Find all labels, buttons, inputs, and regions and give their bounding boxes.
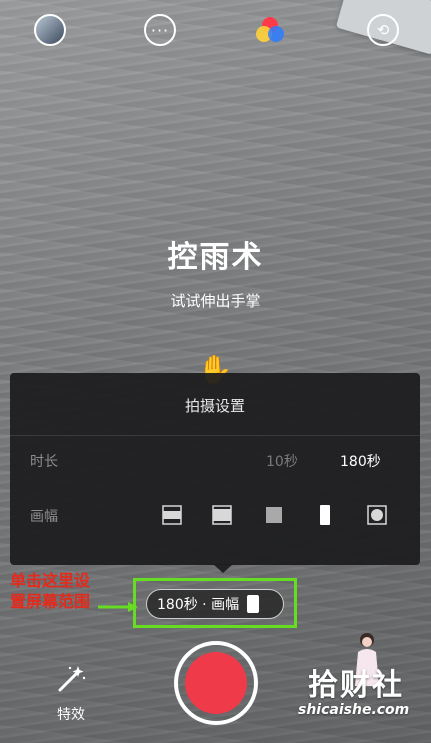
square-frame-icon[interactable] bbox=[262, 503, 286, 527]
avatar[interactable] bbox=[34, 14, 66, 46]
record-inner bbox=[185, 652, 247, 714]
more-icon[interactable]: ··· bbox=[144, 14, 176, 46]
duration-10s-option[interactable]: 10秒 bbox=[266, 451, 298, 471]
effects-label: 特效 bbox=[57, 707, 85, 723]
settings-panel: 拍摄设置 时长 10秒 180秒 画幅 bbox=[10, 373, 420, 565]
landscape-frame-icon[interactable] bbox=[210, 503, 234, 527]
frame-label: 画幅 bbox=[30, 509, 58, 525]
record-button[interactable] bbox=[174, 641, 258, 725]
filter-icon[interactable] bbox=[254, 14, 286, 46]
arrow-icon bbox=[98, 602, 138, 612]
effect-hint: 试试伸出手掌 bbox=[170, 292, 261, 310]
duration-180s-option[interactable]: 180秒 bbox=[340, 451, 381, 471]
top-toolbar: ··· ⟲ bbox=[0, 14, 431, 50]
effect-title: 控雨术 bbox=[167, 240, 264, 275]
panel-title: 拍摄设置 bbox=[184, 397, 245, 415]
watermark-site: shicaishe.com bbox=[298, 702, 410, 718]
setting-pill-button[interactable]: 180秒 · 画幅 bbox=[146, 589, 284, 619]
portrait-frame-icon bbox=[247, 595, 260, 613]
effects-button[interactable]: 特效 bbox=[46, 664, 96, 724]
magic-wand-icon bbox=[58, 666, 86, 692]
watermark-title: 拾财社 bbox=[308, 668, 404, 703]
panel-pointer bbox=[213, 564, 233, 573]
divider bbox=[10, 435, 420, 436]
duration-label: 时长 bbox=[30, 454, 58, 470]
wide-frame-icon[interactable] bbox=[160, 503, 184, 527]
annotation-text: 单击这里设置屏幕范围 bbox=[10, 571, 91, 611]
portrait-frame-icon[interactable] bbox=[313, 503, 337, 527]
setting-pill-label: 180秒 · 画幅 bbox=[157, 597, 240, 613]
flip-camera-icon[interactable]: ⟲ bbox=[367, 14, 399, 46]
circle-frame-icon[interactable] bbox=[365, 503, 389, 527]
